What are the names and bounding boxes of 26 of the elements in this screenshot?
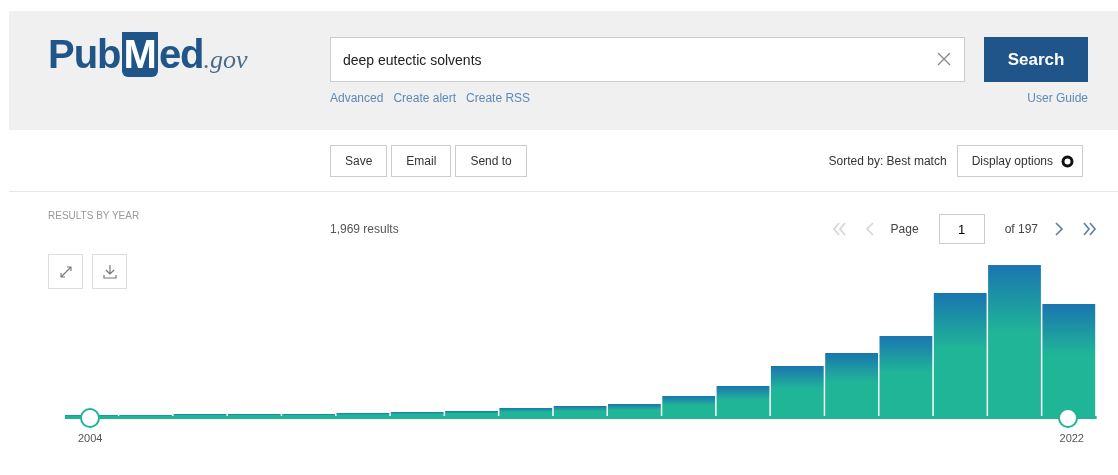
close-icon[interactable] bbox=[937, 52, 951, 66]
expand-button[interactable] bbox=[48, 254, 83, 289]
start-year: 2004 bbox=[78, 432, 103, 444]
section-heading: RESULTS BY YEAR bbox=[48, 210, 141, 221]
search-button[interactable]: Search bbox=[984, 37, 1088, 82]
action-button[interactable]: Save bbox=[330, 145, 388, 177]
range-slider-handle[interactable] bbox=[1058, 408, 1078, 428]
page-label: Page bbox=[890, 222, 919, 236]
histogram-bar bbox=[553, 406, 607, 417]
action-button[interactable]: Send to bbox=[455, 145, 527, 177]
end-year: 2022 bbox=[1059, 432, 1084, 444]
sort-label: Sorted by: Best match bbox=[828, 154, 947, 168]
download-button[interactable] bbox=[92, 254, 127, 289]
histogram-bar bbox=[825, 353, 878, 417]
action-button[interactable]: Email bbox=[391, 145, 452, 177]
page-input[interactable]: 1 bbox=[938, 214, 985, 244]
search-field[interactable]: deep eutectic solvents bbox=[330, 37, 965, 82]
range-slider-handle[interactable] bbox=[80, 408, 100, 428]
settings-icon bbox=[1061, 154, 1074, 168]
double-chevron-right-icon[interactable] bbox=[1080, 220, 1098, 238]
expand-icon bbox=[58, 264, 73, 279]
page-total: of 197 bbox=[1004, 222, 1038, 236]
pubmed-logo[interactable]: PubMed.gov bbox=[48, 32, 248, 77]
results-count: 1,969 results bbox=[330, 222, 399, 236]
display-options-button[interactable]: Display options bbox=[956, 145, 1083, 177]
download-icon bbox=[101, 263, 118, 280]
